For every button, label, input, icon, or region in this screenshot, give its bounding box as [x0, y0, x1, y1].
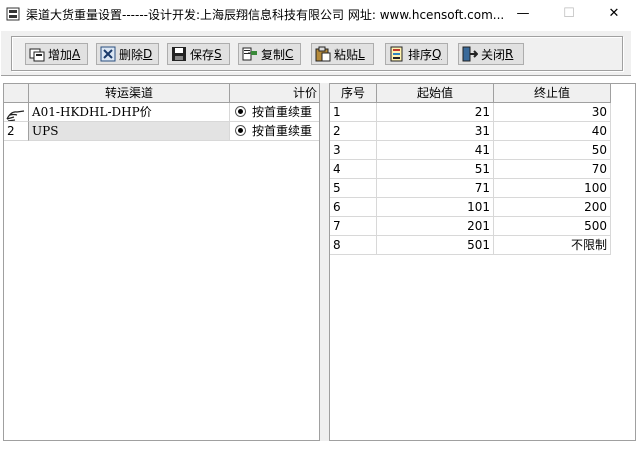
start-value-cell[interactable]: 71 — [377, 179, 494, 198]
save-button-label: 保存 — [190, 47, 215, 62]
weight-range-grid[interactable]: 序号 起始值 终止值 1 21 30 2 31 40 3 41 50 4 51 70 5 71 100 6 10… — [329, 83, 636, 441]
start-value-cell[interactable]: 41 — [377, 141, 494, 160]
copy-icon — [242, 47, 257, 61]
exit-button-label: 关闭 — [481, 47, 506, 62]
add-icon — [29, 48, 45, 62]
end-value-cell[interactable]: 50 — [494, 141, 611, 160]
app-icon — [6, 7, 20, 21]
copy-button[interactable]: 复制 C — [238, 43, 301, 65]
end-value-cell[interactable]: 30 — [494, 103, 611, 122]
column-header-channel[interactable]: 转运渠道 — [29, 84, 230, 103]
window-title: 渠道大货重量设置------设计开发:上海辰翔信息科技有限公司 网址: www.… — [26, 8, 505, 22]
column-header-seq[interactable]: 序号 — [330, 84, 377, 103]
edit-pointer-icon — [6, 110, 25, 121]
paste-button[interactable]: 粘贴 L — [311, 43, 374, 65]
radio-icon — [235, 106, 246, 117]
delete-icon — [100, 46, 116, 62]
pricing-cell[interactable]: 按首重续重 — [230, 122, 319, 141]
seq-cell[interactable]: 1 — [330, 103, 377, 122]
table-row[interactable]: A01-HKDHL-DHP价 按首重续重 — [4, 103, 319, 122]
paste-button-accel: L — [358, 47, 365, 61]
start-value-cell[interactable]: 31 — [377, 122, 494, 141]
delete-button-accel: D — [143, 47, 153, 61]
row-index: 2 — [4, 122, 29, 141]
pane-splitter[interactable] — [320, 83, 329, 441]
add-button[interactable]: 增加 A — [25, 43, 88, 65]
close-button[interactable]: ✕ — [591, 0, 637, 28]
sort-button-accel: Q — [432, 47, 442, 61]
minimize-icon: — — [516, 6, 530, 21]
seq-cell[interactable]: 2 — [330, 122, 377, 141]
channel-name-cell[interactable]: UPS — [29, 122, 230, 141]
end-value-cell[interactable]: 100 — [494, 179, 611, 198]
sort-button[interactable]: 排序 Q — [385, 43, 448, 65]
pricing-cell[interactable]: 按首重续重 — [230, 103, 319, 122]
add-button-label: 增加 — [48, 47, 73, 62]
row-indicator-header — [4, 84, 29, 103]
pricing-cell-text: 按首重续重 — [252, 124, 313, 138]
start-value-cell[interactable]: 101 — [377, 198, 494, 217]
table-row[interactable]: 2 UPS 按首重续重 — [4, 122, 319, 141]
maximize-icon: ☐ — [563, 6, 575, 21]
end-value-cell[interactable]: 200 — [494, 198, 611, 217]
end-value-cell[interactable]: 70 — [494, 160, 611, 179]
start-value-cell[interactable]: 51 — [377, 160, 494, 179]
column-header-end[interactable]: 终止值 — [494, 84, 611, 103]
paste-button-label: 粘贴 — [334, 47, 359, 62]
table-row[interactable]: 2 31 40 — [330, 122, 635, 141]
save-button[interactable]: 保存 S — [167, 43, 230, 65]
seq-cell[interactable]: 8 — [330, 236, 377, 255]
seq-cell[interactable]: 3 — [330, 141, 377, 160]
copy-button-accel: C — [285, 47, 294, 61]
radio-icon — [235, 125, 246, 136]
paste-icon — [315, 46, 331, 62]
save-icon — [172, 47, 186, 61]
maximize-button[interactable]: ☐ — [546, 0, 592, 28]
delete-button[interactable]: 删除 D — [96, 43, 159, 65]
channel-name-cell[interactable]: A01-HKDHL-DHP价 — [29, 103, 230, 122]
table-row[interactable]: 6 101 200 — [330, 198, 635, 217]
delete-button-label: 删除 — [119, 47, 144, 62]
start-value-cell[interactable]: 201 — [377, 217, 494, 236]
table-row[interactable]: 5 71 100 — [330, 179, 635, 198]
column-header-pricing[interactable]: 计价 — [230, 84, 319, 103]
add-button-accel: A — [72, 47, 81, 61]
seq-cell[interactable]: 5 — [330, 179, 377, 198]
row-indicator — [4, 103, 29, 122]
table-row[interactable]: 8 501 不限制 — [330, 236, 635, 255]
end-value-cell[interactable]: 不限制 — [494, 236, 611, 255]
channel-grid[interactable]: 转运渠道 计价 A01-HKDHL-DHP价 按首重续重 2 UPS 按首重续重 — [3, 83, 320, 441]
end-value-cell[interactable]: 500 — [494, 217, 611, 236]
pricing-cell-text: 按首重续重 — [252, 105, 313, 119]
end-value-cell[interactable]: 40 — [494, 122, 611, 141]
seq-cell[interactable]: 7 — [330, 217, 377, 236]
table-row[interactable]: 3 41 50 — [330, 141, 635, 160]
sort-icon — [390, 46, 403, 62]
title-bar: 渠道大货重量设置------设计开发:上海辰翔信息科技有限公司 网址: www.… — [0, 0, 637, 28]
save-button-accel: S — [214, 47, 222, 61]
exit-button-accel: R — [505, 47, 514, 61]
close-icon: ✕ — [608, 6, 620, 21]
start-value-cell[interactable]: 21 — [377, 103, 494, 122]
column-header-start[interactable]: 起始值 — [377, 84, 494, 103]
exit-button[interactable]: 关闭 R — [458, 43, 524, 65]
table-row[interactable]: 7 201 500 — [330, 217, 635, 236]
start-value-cell[interactable]: 501 — [377, 236, 494, 255]
minimize-button[interactable]: — — [500, 0, 546, 28]
copy-button-label: 复制 — [261, 47, 286, 62]
sort-button-label: 排序 — [408, 47, 433, 62]
table-row[interactable]: 1 21 30 — [330, 103, 635, 122]
table-row[interactable]: 4 51 70 — [330, 160, 635, 179]
seq-cell[interactable]: 4 — [330, 160, 377, 179]
exit-icon — [462, 46, 478, 62]
seq-cell[interactable]: 6 — [330, 198, 377, 217]
